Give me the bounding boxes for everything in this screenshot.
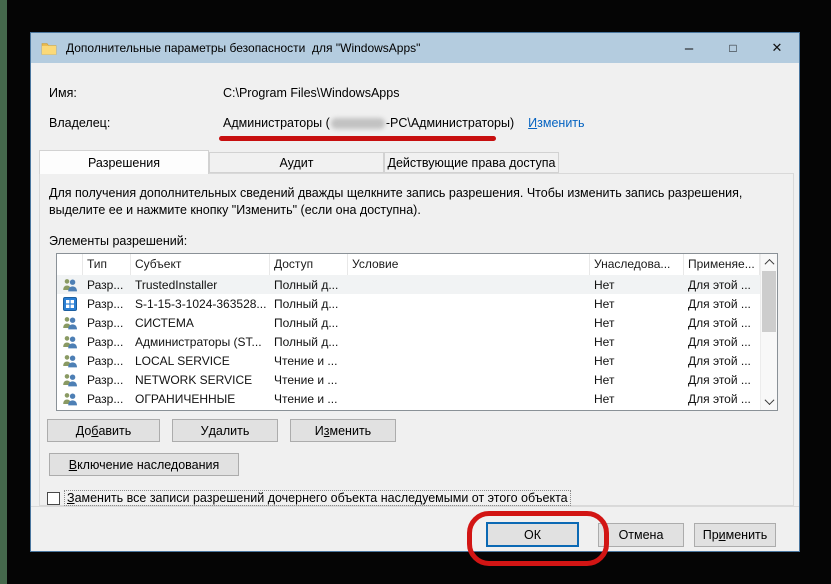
table-cell: NETWORK SERVICE — [131, 373, 270, 387]
table-row[interactable]: Разр...S-1-15-3-1024-363528...Полный д..… — [57, 294, 760, 313]
column-header-applies[interactable]: Применяе... — [684, 254, 760, 275]
table-cell: Разр... — [83, 278, 131, 292]
table-cell: СИСТЕМА — [131, 316, 270, 330]
column-header-inherited[interactable]: Унаследова... — [590, 254, 684, 275]
window-controls: – □ ✕ — [667, 33, 799, 63]
annotation-red-circle — [467, 511, 609, 566]
users-icon — [57, 392, 83, 406]
table-cell: Разр... — [83, 316, 131, 330]
table-cell: Разр... — [83, 373, 131, 387]
name-value: C:\Program Files\WindowsApps — [223, 86, 399, 100]
table-row[interactable]: Разр...NETWORK SERVICEЧтение и ... НетДля… — [57, 370, 760, 389]
table-header: Тип Субъект Доступ Условие Унаследова...… — [57, 254, 777, 275]
table-cell: Полный д... — [270, 297, 348, 311]
replace-permissions-checkbox[interactable] — [47, 492, 60, 505]
owner-value-suffix: -PC\Администраторы) — [386, 116, 514, 130]
table-scrollbar[interactable] — [760, 254, 777, 410]
table-cell: Для этой ... — [684, 354, 760, 368]
table-cell: Для этой ... — [684, 392, 760, 406]
table-cell: Чтение и ... — [270, 392, 348, 406]
apply-button[interactable]: Применить — [694, 523, 776, 547]
app-package-icon — [57, 297, 83, 311]
table-cell: Разр... — [83, 297, 131, 311]
table-cell: Нет — [590, 392, 684, 406]
advanced-security-dialog: Дополнительные параметры безопасности дл… — [30, 32, 800, 552]
table-cell: Для этой ... — [684, 297, 760, 311]
close-button[interactable]: ✕ — [755, 33, 799, 63]
column-header-icon[interactable] — [57, 254, 83, 275]
tab-permissions[interactable]: Разрешения — [39, 150, 209, 174]
table-cell: Для этой ... — [684, 373, 760, 387]
users-icon — [57, 354, 83, 368]
desktop-background: Дополнительные параметры безопасности дл… — [0, 0, 831, 584]
wallpaper-edge — [0, 0, 7, 584]
footer-separator — [31, 506, 799, 507]
permissions-table: Тип Субъект Доступ Условие Унаследова...… — [56, 253, 778, 411]
table-row[interactable]: Разр...TrustedInstallerПолный д... НетДля… — [57, 275, 760, 294]
table-cell: Полный д... — [270, 335, 348, 349]
owner-value-prefix: Администраторы ( — [223, 116, 330, 130]
table-row[interactable]: Разр...СИСТЕМАПолный д... НетДля этой ... — [57, 313, 760, 332]
owner-masked-computer-name — [331, 118, 385, 129]
minimize-button[interactable]: – — [667, 33, 711, 63]
owner-label: Владелец: — [49, 116, 110, 130]
edit-button[interactable]: Изменить — [290, 419, 396, 442]
column-header-type[interactable]: Тип — [83, 254, 131, 275]
users-icon — [57, 335, 83, 349]
column-header-subject[interactable]: Субъект — [131, 254, 270, 275]
folder-icon — [41, 41, 57, 55]
table-cell: Полный д... — [270, 278, 348, 292]
column-header-condition[interactable]: Условие — [348, 254, 590, 275]
titlebar[interactable]: Дополнительные параметры безопасности дл… — [31, 33, 799, 63]
table-cell: Полный д... — [270, 316, 348, 330]
instructions-text: Для получения дополнительных сведений дв… — [49, 185, 792, 219]
table-cell: Нет — [590, 354, 684, 368]
users-icon — [57, 278, 83, 292]
scroll-up-icon[interactable] — [761, 254, 777, 271]
table-cell: Нет — [590, 278, 684, 292]
name-label: Имя: — [49, 86, 77, 100]
table-cell: LOCAL SERVICE — [131, 354, 270, 368]
users-icon — [57, 373, 83, 387]
column-header-access[interactable]: Доступ — [270, 254, 348, 275]
table-cell: Чтение и ... — [270, 354, 348, 368]
tab-effective-access[interactable]: Действующие права доступа — [384, 152, 559, 173]
table-cell: Разр... — [83, 392, 131, 406]
table-cell: Для этой ... — [684, 335, 760, 349]
cancel-button[interactable]: Отмена — [598, 523, 684, 547]
table-row[interactable]: Разр...Администраторы (ST...Полный д... Н… — [57, 332, 760, 351]
delete-button[interactable]: Удалить — [172, 419, 278, 442]
window-title: Дополнительные параметры безопасности дл… — [66, 41, 420, 55]
permission-entries-label: Элементы разрешений: — [49, 234, 187, 248]
tab-audit[interactable]: Аудит — [209, 152, 384, 173]
owner-change-link[interactable]: Изменить — [528, 116, 584, 130]
permission-rows: Разр...TrustedInstallerПолный д...НетДля… — [57, 275, 760, 408]
users-icon — [57, 316, 83, 330]
annotation-red-underline — [219, 136, 496, 141]
scrollbar-thumb[interactable] — [762, 271, 776, 332]
scroll-down-icon[interactable] — [761, 393, 777, 410]
table-cell: TrustedInstaller — [131, 278, 270, 292]
table-cell: Разр... — [83, 354, 131, 368]
replace-permissions-label[interactable]: Заменить все записи разрешений дочернего… — [64, 490, 571, 506]
table-cell: Нет — [590, 335, 684, 349]
add-button[interactable]: Добавить — [47, 419, 160, 442]
table-cell: Администраторы (ST... — [131, 335, 270, 349]
table-row[interactable]: Разр...ОГРАНИЧЕННЫЕЧтение и ... НетДля эт… — [57, 389, 760, 408]
owner-value: Администраторы ( -PC\Администраторы) Измен… — [223, 116, 585, 130]
table-row[interactable]: Разр...LOCAL SERVICEЧтение и ... НетДля э… — [57, 351, 760, 370]
table-cell: Разр... — [83, 335, 131, 349]
replace-permissions-row: Заменить все записи разрешений дочернего… — [47, 490, 571, 506]
enable-inheritance-button[interactable]: Включение наследования — [49, 453, 239, 476]
table-cell: S-1-15-3-1024-363528... — [131, 297, 270, 311]
table-cell: ОГРАНИЧЕННЫЕ — [131, 392, 270, 406]
maximize-button[interactable]: □ — [711, 33, 755, 63]
table-cell: Для этой ... — [684, 316, 760, 330]
table-cell: Нет — [590, 316, 684, 330]
table-cell: Нет — [590, 297, 684, 311]
table-cell: Чтение и ... — [270, 373, 348, 387]
table-cell: Для этой ... — [684, 278, 760, 292]
table-cell: Нет — [590, 373, 684, 387]
